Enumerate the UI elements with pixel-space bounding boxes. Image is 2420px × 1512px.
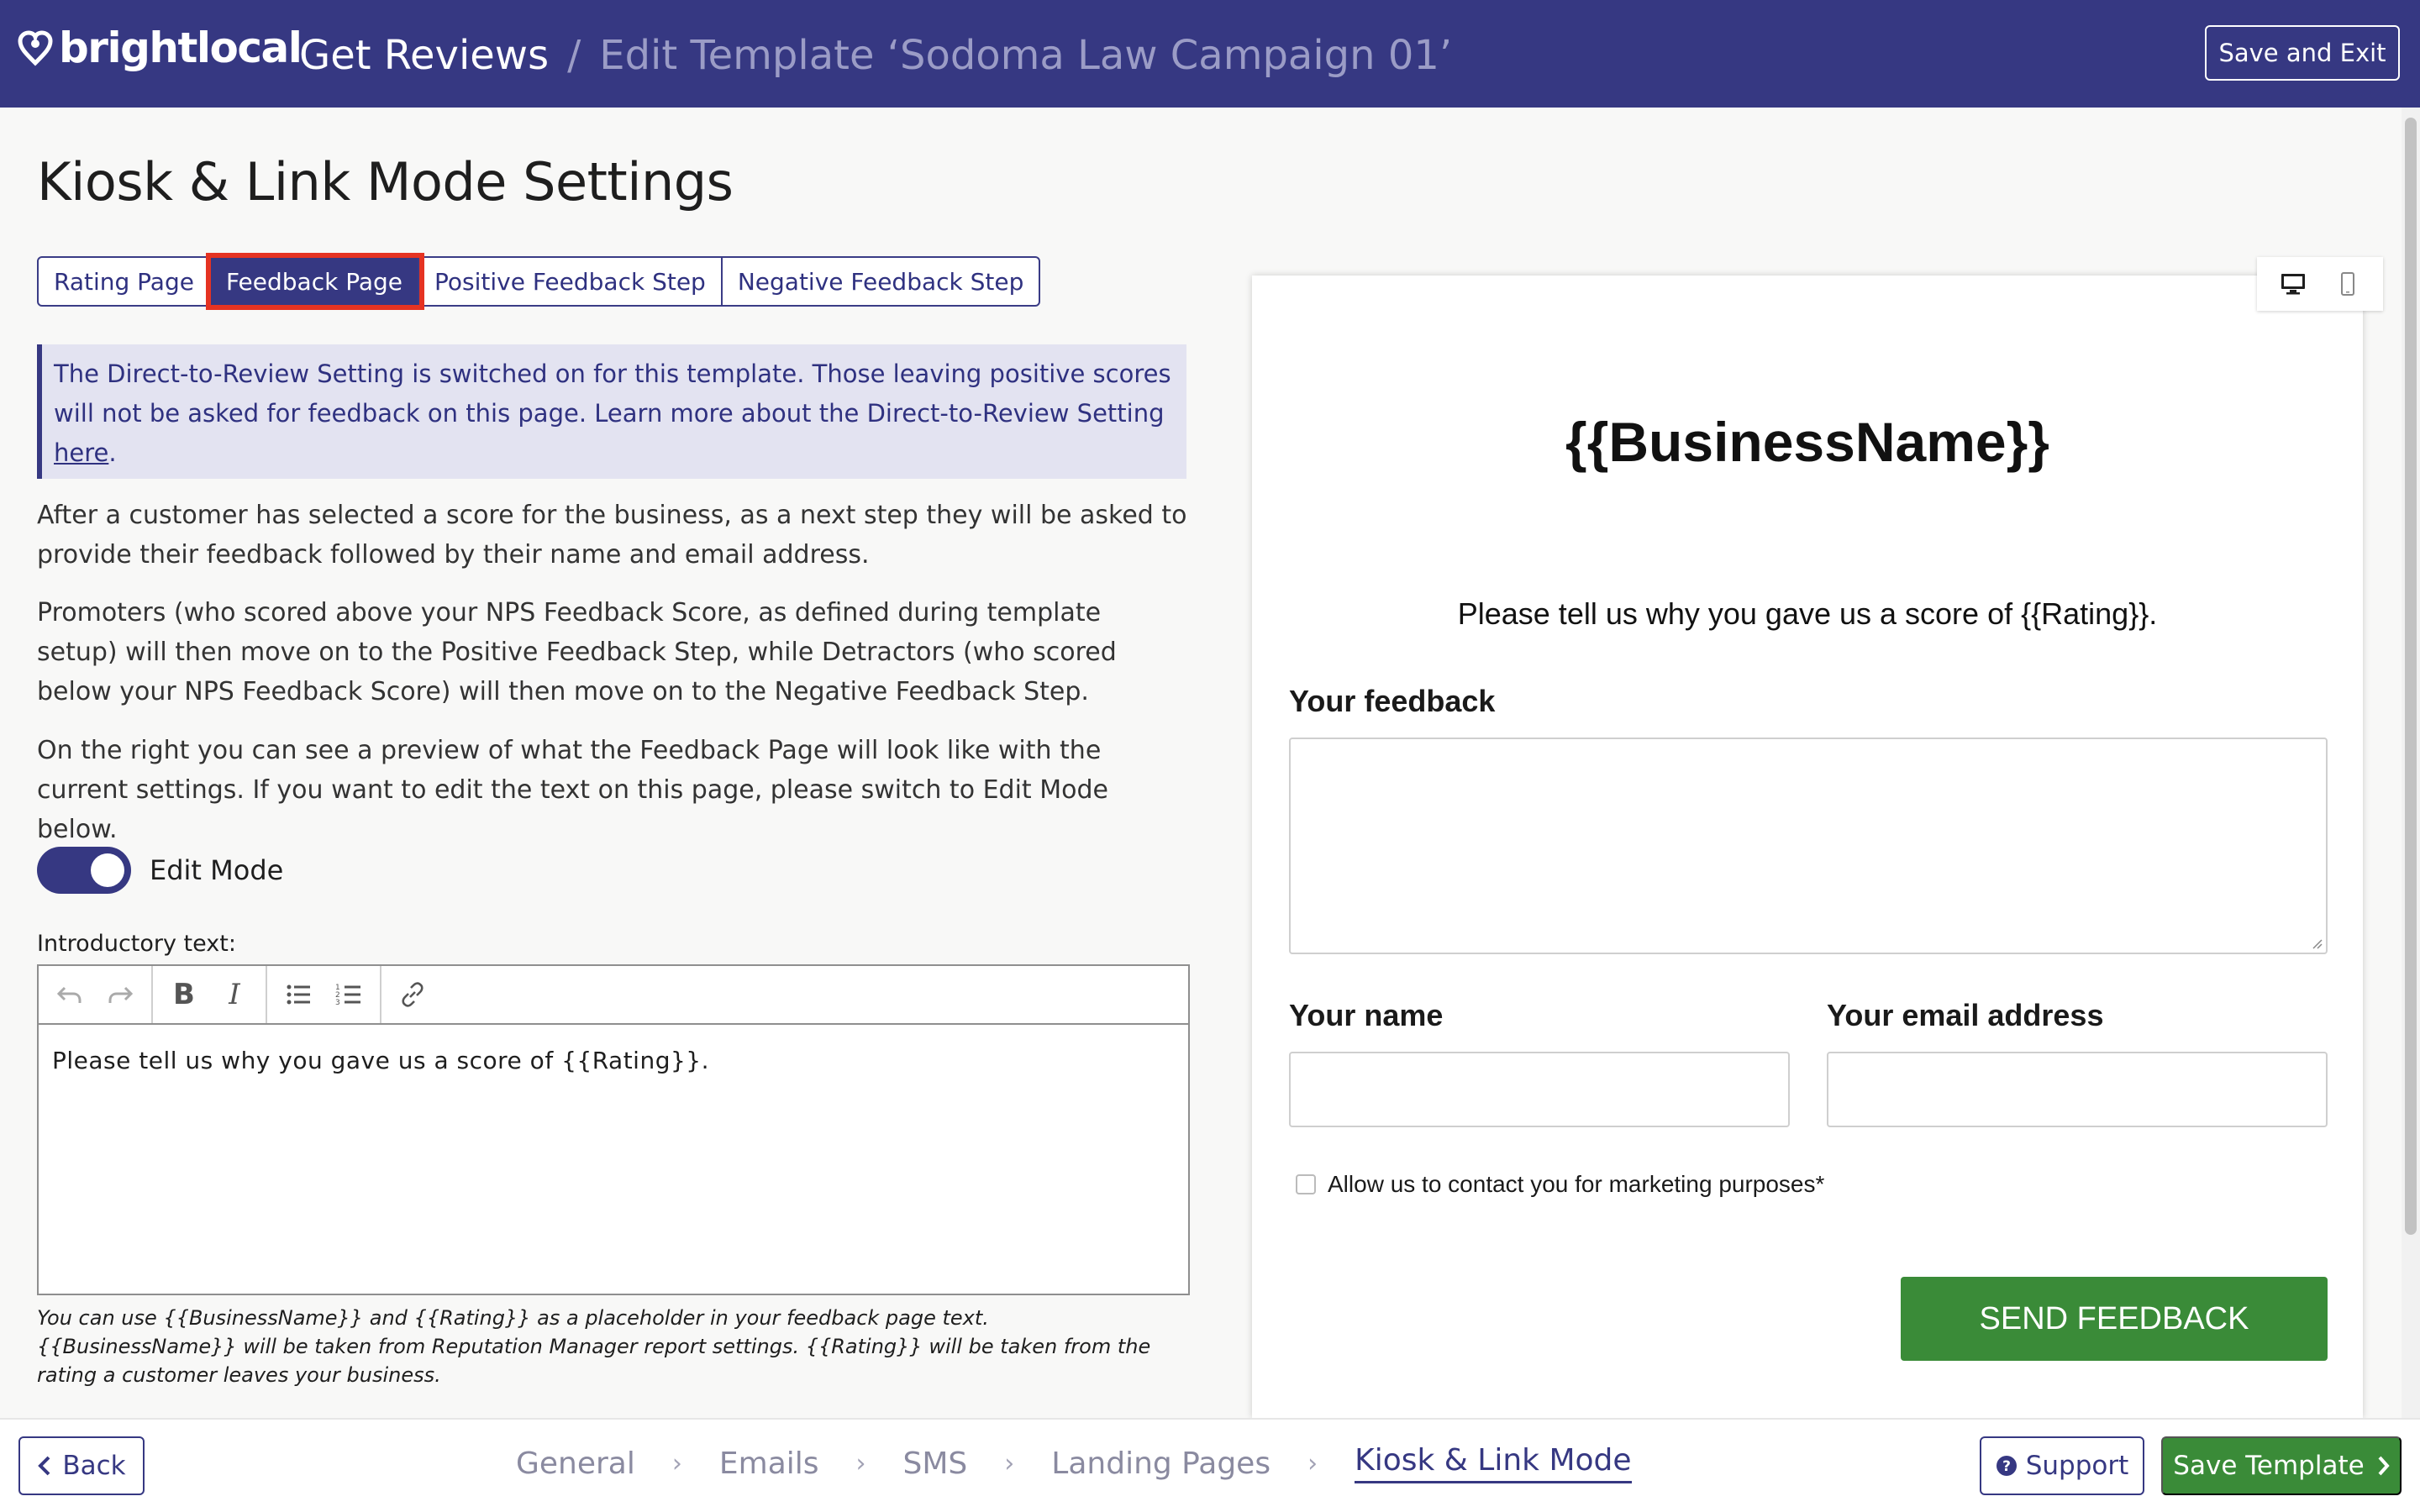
chevron-right-icon: › bbox=[1004, 1448, 1015, 1478]
mobile-icon[interactable] bbox=[2333, 270, 2362, 298]
preview-question: Please tell us why you gave us a score o… bbox=[1457, 596, 2158, 631]
desktop-icon[interactable] bbox=[2279, 270, 2307, 298]
save-and-exit-button[interactable]: Save and Exit bbox=[2205, 25, 2400, 81]
chevron-right-icon: › bbox=[855, 1448, 866, 1478]
notice-here-link[interactable]: here bbox=[54, 438, 108, 467]
link-group bbox=[381, 966, 444, 1023]
undo-icon[interactable] bbox=[47, 972, 92, 1017]
back-label: Back bbox=[62, 1451, 126, 1481]
page-title: Kiosk & Link Mode Settings bbox=[37, 151, 734, 213]
link-icon[interactable] bbox=[390, 972, 435, 1017]
history-group bbox=[39, 966, 153, 1023]
svg-text:?: ? bbox=[2002, 1458, 2011, 1475]
list-group: 123 bbox=[267, 966, 381, 1023]
top-bar: brightlocal Get Reviews / Edit Template … bbox=[0, 0, 2420, 108]
numbered-list-icon[interactable]: 123 bbox=[326, 972, 371, 1017]
feedback-page-preview: {{BusinessName}} Please tell us why you … bbox=[1252, 276, 2363, 1418]
chevron-right-icon: › bbox=[1307, 1448, 1318, 1478]
toggle-knob bbox=[91, 853, 124, 887]
resize-grip-icon[interactable] bbox=[2309, 936, 2323, 949]
description-paragraph-3: On the right you can see a preview of wh… bbox=[37, 736, 1108, 844]
editor-toolbar: B I 123 bbox=[39, 966, 1188, 1025]
breadcrumb-separator: / bbox=[567, 32, 581, 79]
breadcrumb-current: Edit Template ‘Sodoma Law Campaign 01’ bbox=[599, 32, 1453, 79]
placeholder-hint: You can use {{BusinessName}} and {{Ratin… bbox=[37, 1306, 1151, 1387]
editor-text: Please tell us why you gave us a score o… bbox=[52, 1047, 710, 1074]
page-scrollbar-thumb[interactable] bbox=[2405, 118, 2417, 1235]
step-sms[interactable]: SMS bbox=[903, 1446, 968, 1481]
step-kiosk-link-mode[interactable]: Kiosk & Link Mode bbox=[1355, 1443, 1632, 1483]
description-paragraph-2: Promoters (who scored above your NPS Fee… bbox=[37, 598, 1117, 706]
preview-marketing-consent[interactable]: Allow us to contact you for marketing pu… bbox=[1296, 1171, 1824, 1198]
step-general[interactable]: General bbox=[516, 1446, 635, 1481]
preview-send-feedback-button[interactable]: SEND FEEDBACK bbox=[1901, 1277, 2328, 1361]
heart-pin-icon bbox=[18, 30, 53, 66]
brightlocal-logo[interactable]: brightlocal bbox=[17, 24, 302, 72]
chevron-left-icon bbox=[38, 1456, 50, 1476]
tab-positive-feedback-step[interactable]: Positive Feedback Step bbox=[419, 258, 723, 305]
preview-name-label: Your name bbox=[1289, 998, 1444, 1032]
question-circle-icon: ? bbox=[1996, 1456, 2017, 1476]
chevron-right-icon bbox=[2378, 1456, 2390, 1476]
step-landing-pages[interactable]: Landing Pages bbox=[1051, 1446, 1270, 1481]
preview-device-toggle bbox=[2257, 257, 2383, 311]
preview-email-input[interactable] bbox=[1827, 1052, 2328, 1127]
notice-end: . bbox=[108, 438, 117, 467]
preview-business-name: {{BusinessName}} bbox=[1565, 411, 2049, 473]
tab-negative-feedback-step[interactable]: Negative Feedback Step bbox=[723, 258, 1039, 305]
notice-text: The Direct-to-Review Setting is switched… bbox=[54, 360, 1171, 428]
redo-icon[interactable] bbox=[97, 972, 143, 1017]
save-template-button[interactable]: Save Template bbox=[2161, 1436, 2402, 1495]
description-paragraph-1: After a customer has selected a score fo… bbox=[37, 501, 1187, 570]
save-template-label: Save Template bbox=[2173, 1451, 2365, 1481]
preview-feedback-textarea[interactable] bbox=[1289, 738, 2328, 954]
breadcrumb-get-reviews[interactable]: Get Reviews bbox=[299, 32, 549, 79]
edit-mode-control: Edit Mode bbox=[37, 847, 283, 894]
wizard-steps: General › Emails › SMS › Landing Pages ›… bbox=[516, 1443, 1632, 1483]
direct-to-review-notice: The Direct-to-Review Setting is switched… bbox=[37, 344, 1186, 479]
support-button[interactable]: ? Support bbox=[1980, 1436, 2144, 1495]
chevron-right-icon: › bbox=[671, 1448, 682, 1478]
edit-mode-label: Edit Mode bbox=[150, 854, 284, 886]
svg-text:3: 3 bbox=[335, 999, 340, 1007]
page-tabs: Rating Page Feedback Page Positive Feedb… bbox=[37, 253, 1041, 310]
bullet-list-icon[interactable] bbox=[276, 972, 321, 1017]
introductory-text-label: Introductory text: bbox=[37, 931, 236, 957]
tab-feedback-page[interactable]: Feedback Page bbox=[205, 253, 425, 310]
back-button[interactable]: Back bbox=[18, 1436, 145, 1495]
preview-name-input[interactable] bbox=[1289, 1052, 1790, 1127]
tab-rating-page[interactable]: Rating Page bbox=[39, 258, 211, 305]
breadcrumb: Get Reviews / Edit Template ‘Sodoma Law … bbox=[299, 32, 1452, 79]
logo-text: brightlocal bbox=[59, 24, 302, 72]
format-group: B I bbox=[153, 966, 267, 1023]
step-emails[interactable]: Emails bbox=[719, 1446, 819, 1481]
rich-text-editor: B I 123 Please tell us why you gave us a… bbox=[37, 964, 1190, 1295]
preview-feedback-label: Your feedback bbox=[1289, 684, 1496, 718]
italic-icon[interactable]: I bbox=[212, 972, 257, 1017]
editor-content[interactable]: Please tell us why you gave us a score o… bbox=[39, 1025, 1188, 1098]
bold-icon[interactable]: B bbox=[161, 972, 207, 1017]
marketing-checkbox[interactable] bbox=[1296, 1174, 1316, 1194]
marketing-label: Allow us to contact you for marketing pu… bbox=[1328, 1171, 1825, 1197]
bottom-navigation-bar: Back General › Emails › SMS › Landing Pa… bbox=[0, 1418, 2420, 1512]
support-label: Support bbox=[2025, 1451, 2129, 1481]
preview-email-label: Your email address bbox=[1827, 998, 2104, 1032]
edit-mode-toggle[interactable] bbox=[37, 847, 131, 894]
